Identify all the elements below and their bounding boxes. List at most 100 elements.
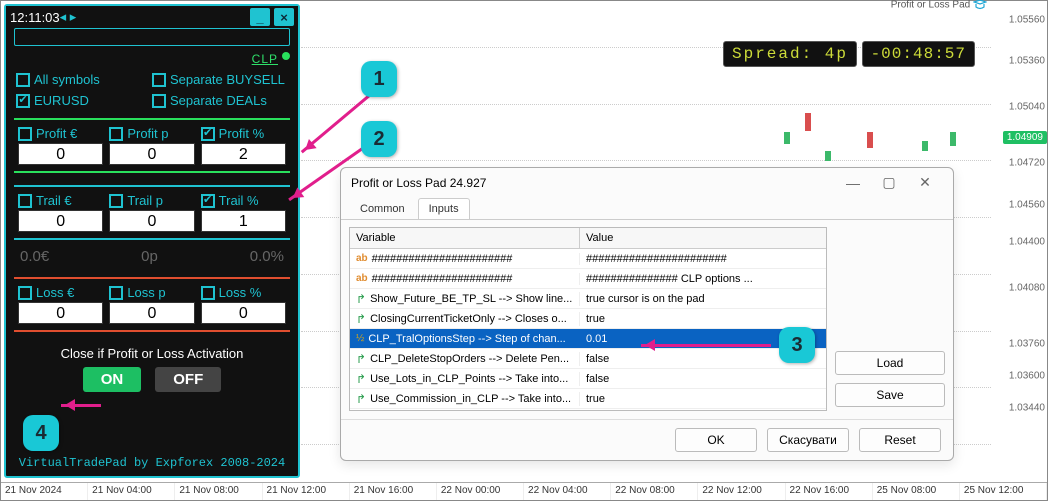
checkbox-icon[interactable]	[201, 194, 215, 208]
chk-separate-deals[interactable]: Separate DEALs	[152, 93, 288, 108]
cell-value[interactable]: ############### CLP options ...	[580, 273, 826, 285]
inputs-table[interactable]: Variable Value ab ######################…	[349, 227, 827, 411]
load-button[interactable]: Load	[835, 351, 945, 375]
reset-button[interactable]: Reset	[859, 428, 941, 452]
chk-profit-pct[interactable]: Profit %	[201, 126, 286, 141]
checkbox-icon[interactable]	[18, 194, 32, 208]
y-tick: 1.04720	[1009, 158, 1045, 169]
chk-all-symbols[interactable]: All symbols	[16, 72, 152, 87]
chk-separate-buysell[interactable]: Separate BUYSELL	[152, 72, 288, 87]
activation-label: Close if Profit or Loss Activation	[6, 346, 298, 361]
y-tick: 1.05040	[1009, 102, 1045, 113]
ok-button[interactable]: OK	[675, 428, 757, 452]
profit-eur-input[interactable]: 0	[18, 143, 103, 165]
cell-variable: ↱ Use_Lots_in_CLP_Points --> Take into..…	[350, 372, 580, 386]
chk-loss-p[interactable]: Loss p	[109, 285, 194, 300]
x-tick: 25 Nov 08:00	[873, 483, 960, 500]
profit-p-input[interactable]: 0	[109, 143, 194, 165]
x-tick: 21 Nov 04:00	[88, 483, 175, 500]
checkbox-icon[interactable]	[201, 127, 215, 141]
y-tick: 1.03600	[1009, 371, 1045, 382]
x-tick: 21 Nov 16:00	[350, 483, 437, 500]
fld-label: Profit %	[219, 126, 265, 141]
cell-value[interactable]: false	[580, 373, 826, 385]
x-tick: 22 Nov 00:00	[437, 483, 524, 500]
loss-eur-input[interactable]: 0	[18, 302, 103, 324]
cell-value[interactable]: true	[580, 393, 826, 405]
minimize-button[interactable]: _	[250, 8, 270, 26]
checkbox-icon[interactable]	[16, 94, 30, 108]
tab-inputs[interactable]: Inputs	[418, 198, 470, 219]
trail-pct-input[interactable]: 1	[201, 210, 286, 232]
table-row[interactable]: ↱ Show_Future_BE_TP_SL --> Show line...t…	[350, 289, 826, 309]
cell-variable: ↱ CLP_DeleteStopOrders --> Delete Pen...	[350, 352, 580, 366]
fld-label: Loss €	[36, 285, 74, 300]
table-row[interactable]: ↱ CLP_DeleteStopOrders --> Delete Pen...…	[350, 349, 826, 369]
trail-p-input[interactable]: 0	[109, 210, 194, 232]
callout-1: 1	[361, 61, 397, 97]
table-row[interactable]: ab #####################################…	[350, 249, 826, 269]
virtual-trade-pad: 12:11:03 ◂ ▸ _ × CLP All symbols Separat…	[4, 4, 300, 478]
chk-loss-eur[interactable]: Loss €	[18, 285, 103, 300]
chk-profit-eur[interactable]: Profit €	[18, 126, 103, 141]
tab-common[interactable]: Common	[349, 198, 416, 219]
table-row[interactable]: ↱ ClosingCurrentTicketOnly --> Closes o.…	[350, 309, 826, 329]
spread-box: Spread: 4p	[723, 41, 857, 67]
checkbox-icon[interactable]	[16, 73, 30, 87]
col-value: Value	[580, 228, 826, 248]
fld-label: Profit €	[36, 126, 77, 141]
chk-trail-p[interactable]: Trail p	[109, 193, 194, 208]
window-close-icon[interactable]: ✕	[907, 174, 943, 191]
dialog-titlebar[interactable]: Profit or Loss Pad 24.927 — ▢ ✕	[341, 168, 953, 197]
trail-eur-input[interactable]: 0	[18, 210, 103, 232]
x-tick: 21 Nov 08:00	[175, 483, 262, 500]
window-maximize-icon[interactable]: ▢	[871, 174, 907, 191]
table-header: Variable Value	[350, 228, 826, 249]
checkbox-icon[interactable]	[18, 127, 32, 141]
cell-value[interactable]: #######################	[580, 253, 826, 265]
countdown-box: -00:48:57	[862, 41, 975, 67]
window-minimize-icon[interactable]: —	[835, 175, 871, 191]
clp-mode[interactable]: CLP	[252, 52, 278, 66]
callout-4: 4	[23, 415, 59, 451]
table-row[interactable]: ↱ Use_Commission_in_CLP --> Take into...…	[350, 389, 826, 409]
panel-footer: VirtualTradePad by Expforex 2008-2024	[6, 450, 298, 476]
cancel-button[interactable]: Скасувати	[767, 428, 849, 452]
activation-off-button[interactable]: OFF	[155, 367, 221, 392]
chk-trail-eur[interactable]: Trail €	[18, 193, 103, 208]
checkbox-icon[interactable]	[18, 286, 32, 300]
profit-pct-input[interactable]: 2	[201, 143, 286, 165]
nav-arrows-icon[interactable]: ◂ ▸	[60, 9, 77, 25]
cell-value[interactable]: true cursor is on the pad	[580, 293, 826, 305]
loss-p-input[interactable]: 0	[109, 302, 194, 324]
cell-value[interactable]: true	[580, 313, 826, 325]
close-button[interactable]: ×	[274, 8, 294, 26]
cell-variable: ab #######################	[350, 273, 580, 285]
y-tick: 1.05560	[1009, 14, 1045, 25]
checkbox-icon[interactable]	[109, 194, 123, 208]
fld-label: Loss p	[127, 285, 165, 300]
y-tick: 1.03440	[1009, 403, 1045, 414]
checkbox-icon[interactable]	[109, 127, 123, 141]
vtp-titlebar[interactable]: 12:11:03 ◂ ▸ _ ×	[6, 6, 298, 28]
panel-search[interactable]	[14, 28, 290, 46]
loss-pct-input[interactable]: 0	[201, 302, 286, 324]
save-button[interactable]: Save	[835, 383, 945, 407]
checkbox-icon[interactable]	[152, 94, 166, 108]
trail-section: Trail € 0 Trail p 0 Trail % 1	[14, 185, 290, 240]
checkbox-icon[interactable]	[152, 73, 166, 87]
cell-variable: ab #######################	[350, 253, 580, 265]
table-row[interactable]: ↱ Use_Lots_in_CLP_Points --> Take into..…	[350, 369, 826, 389]
activation-on-button[interactable]: ON	[83, 367, 142, 392]
checkbox-icon[interactable]	[109, 286, 123, 300]
chk-loss-pct[interactable]: Loss %	[201, 285, 286, 300]
table-row[interactable]: ab #####################################…	[350, 269, 826, 289]
chk-label: EURUSD	[34, 93, 89, 108]
chk-eurusd[interactable]: EURUSD	[16, 93, 152, 108]
y-tick: 1.04400	[1009, 236, 1045, 247]
panel-clock: 12:11:03	[10, 10, 60, 25]
chk-profit-p[interactable]: Profit p	[109, 126, 194, 141]
chk-trail-pct[interactable]: Trail %	[201, 193, 286, 208]
checkbox-icon[interactable]	[201, 286, 215, 300]
annotation-arrow	[61, 404, 101, 407]
